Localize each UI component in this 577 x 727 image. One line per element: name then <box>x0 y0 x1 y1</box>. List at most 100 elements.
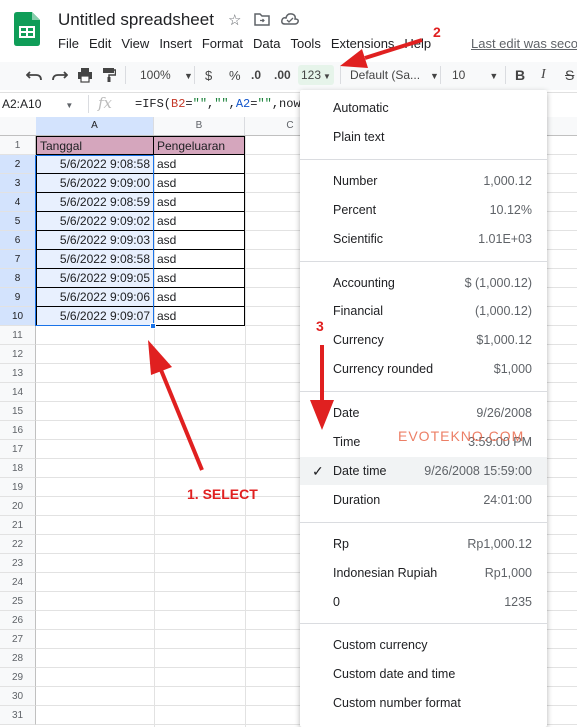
row-header[interactable]: 19 <box>0 478 36 497</box>
undo-icon[interactable] <box>26 68 42 82</box>
row-header[interactable]: 21 <box>0 516 36 535</box>
annotation-step-3: 3 <box>316 318 324 334</box>
italic-button[interactable]: I <box>541 67 546 83</box>
format-menu-item[interactable]: Accounting $ (1,000.12) <box>300 269 547 297</box>
header-cell-tanggal[interactable]: Tanggal <box>36 136 154 155</box>
last-edit-link[interactable]: Last edit was seco <box>471 36 577 51</box>
row-header[interactable]: 9 <box>0 288 36 307</box>
row-header[interactable]: 24 <box>0 573 36 592</box>
format-menu-item[interactable]: Percent 10.12% <box>300 196 547 224</box>
format-menu-item[interactable]: Currency $1,000.12 <box>300 326 547 354</box>
format-menu-item[interactable]: Duration 24:01:00 <box>300 486 547 514</box>
menu-extensions[interactable]: Extensions <box>331 36 395 51</box>
value-cell[interactable]: asd <box>154 193 245 212</box>
row-header[interactable]: 16 <box>0 421 36 440</box>
row-header[interactable]: 26 <box>0 611 36 630</box>
print-icon[interactable] <box>77 67 93 83</box>
select-all-corner[interactable] <box>0 117 37 135</box>
format-menu-item-label: Percent <box>333 202 377 217</box>
paint-format-icon[interactable] <box>102 67 116 83</box>
row-header[interactable]: 7 <box>0 250 36 269</box>
row-header[interactable]: 22 <box>0 535 36 554</box>
format-menu-item-example: 10.12% <box>489 202 532 217</box>
format-menu-item[interactable]: Custom date and time <box>300 660 547 688</box>
format-menu-item[interactable]: Custom number format <box>300 689 547 717</box>
row-header[interactable]: 8 <box>0 269 36 288</box>
star-icon[interactable]: ☆ <box>228 11 241 29</box>
format-menu-item[interactable]: Date 9/26/2008 <box>300 399 547 427</box>
header-cell-pengeluaran[interactable]: Pengeluaran <box>154 136 245 155</box>
format-menu-item[interactable]: Rp Rp1,000.12 <box>300 530 547 558</box>
format-menu-item[interactable]: ✓ Date time 9/26/2008 15:59:00 <box>300 456 547 485</box>
toolbar-divider <box>440 66 441 84</box>
menu-format[interactable]: Format <box>202 36 243 51</box>
row-header[interactable]: 17 <box>0 440 36 459</box>
menu-view[interactable]: View <box>121 36 149 51</box>
row-header[interactable]: 2 <box>0 155 36 174</box>
row-header[interactable]: 11 <box>0 326 36 345</box>
font-family-select[interactable]: Default (Sa... ▼ <box>350 68 439 82</box>
row-header[interactable]: 23 <box>0 554 36 573</box>
row-header[interactable]: 18 <box>0 459 36 478</box>
menu-insert[interactable]: Insert <box>159 36 192 51</box>
format-menu-item[interactable]: Custom currency <box>300 631 547 659</box>
value-cell[interactable]: asd <box>154 307 245 326</box>
move-folder-icon[interactable] <box>254 12 270 26</box>
row-header[interactable]: 25 <box>0 592 36 611</box>
format-menu-item[interactable]: Number 1,000.12 <box>300 167 547 195</box>
format-menu-item[interactable]: 0 1235 <box>300 588 547 616</box>
name-box[interactable]: A2:A10 ▼ <box>2 97 73 111</box>
row-header[interactable]: 5 <box>0 212 36 231</box>
column-header-a[interactable]: A <box>36 117 154 135</box>
currency-format-button[interactable]: $ <box>205 68 212 83</box>
cloud-status-icon[interactable] <box>281 12 299 26</box>
row-header[interactable]: 4 <box>0 193 36 212</box>
redo-icon[interactable] <box>52 68 68 82</box>
selection-fill-handle[interactable] <box>150 323 156 329</box>
bold-button[interactable]: B <box>515 67 525 83</box>
format-menu-item[interactable]: Automatic <box>300 94 547 122</box>
format-menu-item-example: $1,000 <box>493 362 532 377</box>
value-cell[interactable]: asd <box>154 212 245 231</box>
strikethrough-button[interactable]: S <box>565 67 574 83</box>
row-header[interactable]: 20 <box>0 497 36 516</box>
document-title[interactable]: Untitled spreadsheet <box>58 10 214 30</box>
row-header[interactable]: 27 <box>0 630 36 649</box>
row-header[interactable]: 29 <box>0 668 36 687</box>
formula-input[interactable]: =IFS(B2="","",A2="",now(), <box>135 97 322 111</box>
format-menu-item[interactable]: Scientific 1.01E+03 <box>300 225 547 253</box>
value-cell[interactable]: asd <box>154 231 245 250</box>
format-menu-item[interactable]: Indonesian Rupiah Rp1,000 <box>300 559 547 587</box>
format-menu-item[interactable]: Financial (1,000.12) <box>300 297 547 325</box>
column-header-b[interactable]: B <box>154 117 245 135</box>
row-header[interactable]: 1 <box>0 136 36 155</box>
row-header[interactable]: 3 <box>0 174 36 193</box>
menu-tools[interactable]: Tools <box>290 36 320 51</box>
row-header[interactable]: 14 <box>0 383 36 402</box>
row-header[interactable]: 10 <box>0 307 36 326</box>
row-header[interactable]: 12 <box>0 345 36 364</box>
format-menu-item[interactable]: Plain text <box>300 123 547 151</box>
row-header[interactable]: 28 <box>0 649 36 668</box>
row-header[interactable]: 15 <box>0 402 36 421</box>
menu-help[interactable]: Help <box>404 36 431 51</box>
menu-data[interactable]: Data <box>253 36 280 51</box>
row-header[interactable]: 6 <box>0 231 36 250</box>
format-menu-item[interactable]: Currency rounded $1,000 <box>300 355 547 383</box>
row-header[interactable]: 13 <box>0 364 36 383</box>
increase-decimal-button[interactable]: .00 <box>274 68 291 82</box>
menu-edit[interactable]: Edit <box>89 36 111 51</box>
menu-file[interactable]: File <box>58 36 79 51</box>
row-header[interactable]: 31 <box>0 706 36 725</box>
row-header[interactable]: 30 <box>0 687 36 706</box>
value-cell[interactable]: asd <box>154 174 245 193</box>
value-cell[interactable]: asd <box>154 269 245 288</box>
value-cell[interactable]: asd <box>154 250 245 269</box>
google-sheets-logo-icon[interactable] <box>14 12 40 46</box>
value-cell[interactable]: asd <box>154 155 245 174</box>
percent-format-button[interactable]: % <box>229 68 241 83</box>
decrease-decimal-button[interactable]: .0 <box>251 68 261 82</box>
zoom-select[interactable]: 100% ▼ <box>140 68 193 82</box>
value-cell[interactable]: asd <box>154 288 245 307</box>
font-size-select[interactable]: 10 ▼ <box>452 68 498 82</box>
